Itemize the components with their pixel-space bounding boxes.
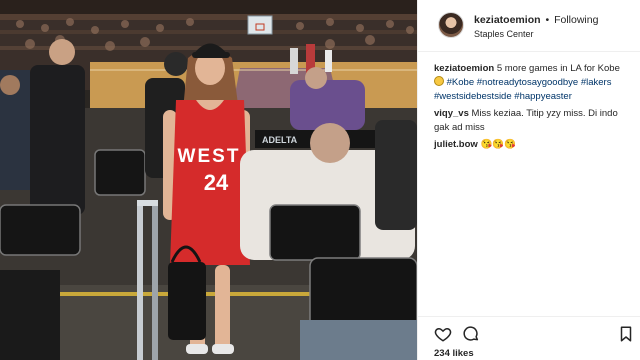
avatar[interactable] (438, 12, 464, 38)
header-username-row: keziatoemion • Following (474, 14, 598, 27)
heart-icon[interactable] (434, 325, 452, 343)
header-separator: • (545, 14, 550, 26)
comments-list: keziatoemion 5 more games in LA for Kobe… (434, 62, 634, 155)
comment-item: viqy_vs Miss keziaa. Titip yzy miss. Di … (434, 107, 634, 135)
likes-count[interactable]: 234 likes (434, 348, 474, 359)
jersey-lettering: WEST (178, 146, 241, 167)
hashtag-lakers[interactable]: #lakers (581, 77, 612, 88)
caption-username[interactable]: keziatoemion (434, 63, 494, 74)
hashtag-happyeaster[interactable]: #happyeaster (514, 91, 572, 102)
caption: keziatoemion 5 more games in LA for Kobe… (434, 62, 634, 104)
bookmark-icon[interactable] (617, 325, 635, 343)
comment-icon[interactable] (462, 325, 480, 343)
caption-text: 5 more games in LA for Kobe (496, 63, 620, 74)
hashtag-notreadytosaygoodbye[interactable]: #notreadytosaygoodbye (477, 77, 578, 88)
header-username[interactable]: keziatoemion (474, 14, 541, 26)
grinning-face-icon (434, 76, 444, 86)
comment-username[interactable]: viqy_vs (434, 108, 469, 119)
jersey-number: 24 (204, 170, 229, 195)
post-actions: 234 likes (418, 316, 640, 360)
comment-item: juliet.bow 😘😘😘 (434, 138, 634, 152)
comment-text: 😘😘😘 (480, 139, 516, 150)
following-button[interactable]: Following (554, 14, 598, 26)
hashtag-westsidebestside[interactable]: #westsidebestside (434, 91, 512, 102)
post-photo[interactable]: WEST 24 ADELTA (0, 0, 417, 360)
hashtag-kobe[interactable]: #Kobe (447, 77, 474, 88)
location-link[interactable]: Staples Center (474, 29, 534, 39)
post-header: keziatoemion • Following Staples Center (418, 0, 640, 52)
comment-username[interactable]: juliet.bow (434, 139, 478, 150)
arena-sign: ADELTA (262, 135, 298, 145)
post-sidebar: keziatoemion • Following Staples Center … (417, 0, 640, 360)
